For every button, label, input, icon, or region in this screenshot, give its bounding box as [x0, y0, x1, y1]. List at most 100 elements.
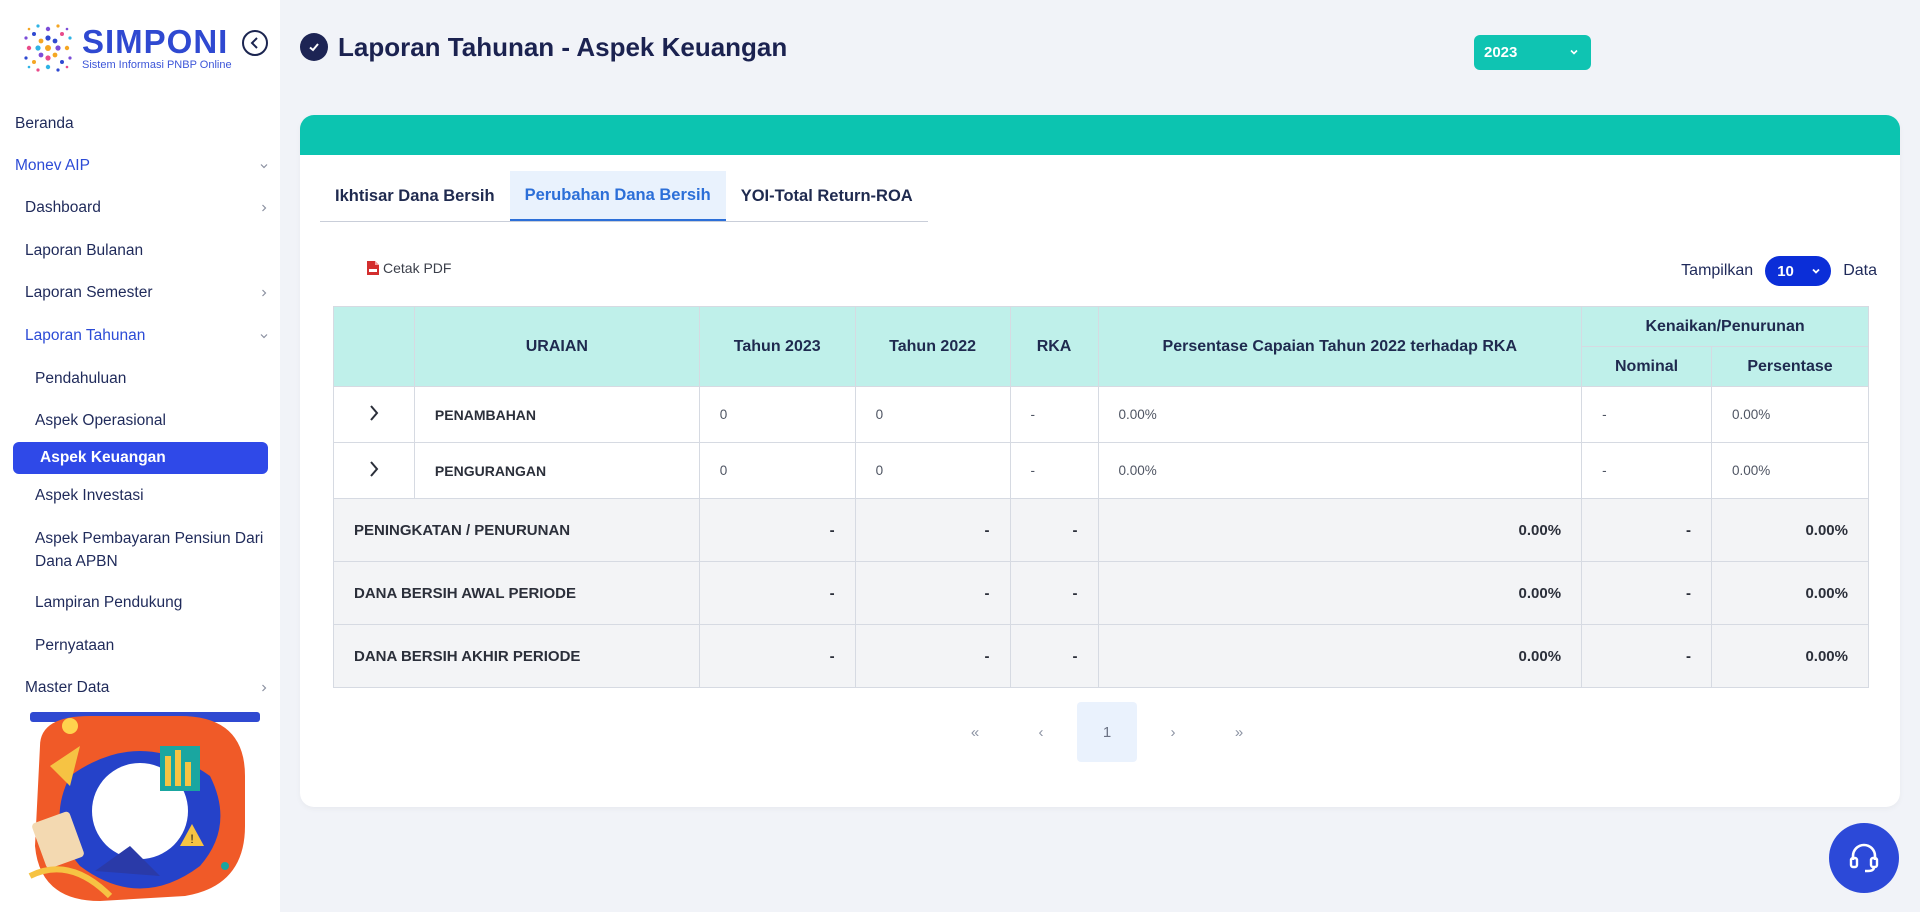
cell-nominal: - [1581, 386, 1713, 443]
show-label: Tampilkan [1681, 262, 1754, 279]
card-header-bar [300, 115, 1900, 155]
sidebar-item-label: Dashboard [25, 199, 101, 216]
chevron-down-icon [1812, 268, 1820, 274]
sidebar-illustration: ! [28, 712, 260, 901]
help-support-button[interactable] [1829, 823, 1899, 893]
header-tahun-2022: Tahun 2022 [854, 306, 1011, 387]
sidebar-item-label: Pendahuluan [35, 370, 127, 387]
table-row: PENGURANGAN 0 0 - 0.00% - 0.00% [333, 442, 1869, 499]
sidebar-item-beranda[interactable]: Beranda [0, 110, 280, 138]
cell-capaian: 0.00% [1097, 442, 1583, 499]
sidebar-item-label: Laporan Semester [25, 284, 153, 301]
tab-yoi-total-return-roa[interactable]: YOI-Total Return-ROA [726, 171, 928, 221]
header-tahun-2023: Tahun 2023 [698, 306, 856, 387]
sidebar-item-aspek-pembayaran-pensiun[interactable]: Aspek Pembayaran Pensiun Dari Dana APBN [0, 527, 280, 573]
cell-rka: - [1009, 442, 1099, 499]
chevron-down-icon [1570, 49, 1578, 55]
cell-tahun-2023: - [698, 561, 856, 625]
cell-nominal: - [1581, 624, 1713, 688]
expand-row-button[interactable] [333, 442, 415, 499]
expand-column-header [333, 306, 415, 387]
sidebar-item-label: Monev AIP [15, 157, 90, 174]
summary-row: PENINGKATAN / PENURUNAN - - - 0.00% - 0.… [333, 498, 1869, 562]
cell-rka: - [1009, 561, 1099, 625]
sidebar-item-aspek-investasi[interactable]: Aspek Investasi [0, 482, 280, 510]
prev-page-button[interactable]: ‹ [1011, 702, 1071, 762]
sidebar-item-pernyataan[interactable]: Pernyataan [0, 632, 280, 660]
sidebar-item-aspek-keuangan[interactable]: Aspek Keuangan [13, 442, 268, 474]
sidebar-item-label: Aspek Pembayaran Pensiun Dari Dana APBN [35, 530, 264, 570]
header-nominal: Nominal [1581, 346, 1713, 387]
cell-persentase: 0.00% [1711, 498, 1869, 562]
brand[interactable]: SIMPONI Sistem Informasi PNBP Online [18, 18, 232, 78]
expand-row-button[interactable] [333, 386, 415, 443]
cell-capaian: 0.00% [1097, 498, 1583, 562]
sidebar-item-laporan-tahunan[interactable]: Laporan Tahunan [0, 322, 280, 350]
sidebar-item-label: Lampiran Pendukung [35, 594, 183, 611]
chevron-down-icon [260, 334, 268, 339]
sidebar-item-laporan-semester[interactable]: Laporan Semester [0, 279, 280, 307]
header-rka: RKA [1009, 306, 1099, 387]
print-pdf-button[interactable]: Cetak PDF [366, 260, 451, 276]
sidebar-item-label: Master Data [25, 679, 110, 696]
sidebar-item-label: Aspek Keuangan [40, 449, 166, 466]
cell-tahun-2023: - [698, 498, 856, 562]
sidebar-item-label: Aspek Operasional [35, 412, 166, 429]
sidebar-item-master-data[interactable]: Master Data [0, 674, 280, 702]
header-persentase-capaian: Persentase Capaian Tahun 2022 terhadap R… [1097, 306, 1583, 387]
chevron-right-icon [370, 405, 379, 421]
chevron-right-icon [370, 461, 379, 477]
collapse-sidebar-button[interactable] [242, 30, 268, 56]
next-page-button[interactable]: › [1143, 702, 1203, 762]
cell-capaian: 0.00% [1097, 624, 1583, 688]
cell-nominal: - [1581, 561, 1713, 625]
cell-rka: - [1009, 624, 1099, 688]
brand-subtitle: Sistem Informasi PNBP Online [82, 59, 232, 71]
cell-persentase: 0.00% [1711, 624, 1869, 688]
page-size-select[interactable]: 10 [1765, 256, 1832, 286]
sidebar-item-label: Pernyataan [35, 637, 115, 654]
cell-tahun-2022: - [854, 624, 1011, 688]
chevron-down-icon [260, 164, 268, 169]
cell-tahun-2022: 0 [854, 442, 1011, 499]
header-uraian: URAIAN [413, 306, 700, 387]
first-page-button[interactable]: « [945, 702, 1005, 762]
cell-tahun-2022: - [854, 561, 1011, 625]
cell-persentase: 0.00% [1711, 386, 1869, 443]
sidebar-item-laporan-bulanan[interactable]: Laporan Bulanan [0, 237, 280, 265]
sidebar-item-lampiran-pendukung[interactable]: Lampiran Pendukung [0, 589, 280, 617]
last-page-button[interactable]: » [1209, 702, 1269, 762]
page-number-button[interactable]: 1 [1077, 702, 1137, 762]
cell-tahun-2023: 0 [698, 442, 856, 499]
cell-tahun-2023: 0 [698, 386, 856, 443]
tab-perubahan-dana-bersih[interactable]: Perubahan Dana Bersih [509, 171, 726, 221]
sidebar-item-pendahuluan[interactable]: Pendahuluan [0, 365, 280, 393]
sidebar-item-label: Aspek Investasi [35, 487, 144, 504]
sidebar-item-label: Beranda [15, 115, 74, 132]
sidebar-item-dashboard[interactable]: Dashboard [0, 194, 280, 222]
cell-rka: - [1009, 498, 1099, 562]
headset-icon [1849, 843, 1879, 873]
sidebar-item-aspek-operasional[interactable]: Aspek Operasional [0, 407, 280, 435]
pdf-icon [367, 261, 379, 275]
page-size-control: Tampilkan 10 Data [1681, 256, 1877, 286]
cell-capaian: 0.00% [1097, 561, 1583, 625]
sidebar-item-label: Laporan Tahunan [25, 327, 146, 344]
header-kenaikan-penurunan: Kenaikan/Penurunan [1581, 306, 1869, 347]
sidebar-item-monev-aip[interactable]: Monev AIP [0, 152, 280, 180]
perubahan-dana-bersih-table: URAIAN Tahun 2023 Tahun 2022 RKA Persent… [333, 306, 1869, 688]
year-select[interactable]: 2023 [1474, 35, 1591, 70]
summary-label: DANA BERSIH AKHIR PERIODE [333, 624, 700, 688]
report-card: Ikhtisar Dana Bersih Perubahan Dana Bers… [300, 115, 1900, 807]
row-label: PENAMBAHAN [413, 386, 700, 443]
cell-tahun-2023: - [698, 624, 856, 688]
data-label: Data [1843, 262, 1877, 279]
brand-title: SIMPONI [82, 23, 229, 60]
page-size-value: 10 [1777, 262, 1794, 280]
tab-ikhtisar-dana-bersih[interactable]: Ikhtisar Dana Bersih [320, 171, 510, 221]
cell-tahun-2022: - [854, 498, 1011, 562]
cell-tahun-2022: 0 [854, 386, 1011, 443]
summary-row: DANA BERSIH AWAL PERIODE - - - 0.00% - 0… [333, 561, 1869, 625]
pagination: « ‹ 1 › » [942, 702, 1272, 762]
sidebar: SIMPONI Sistem Informasi PNBP Online Ber… [0, 0, 280, 912]
